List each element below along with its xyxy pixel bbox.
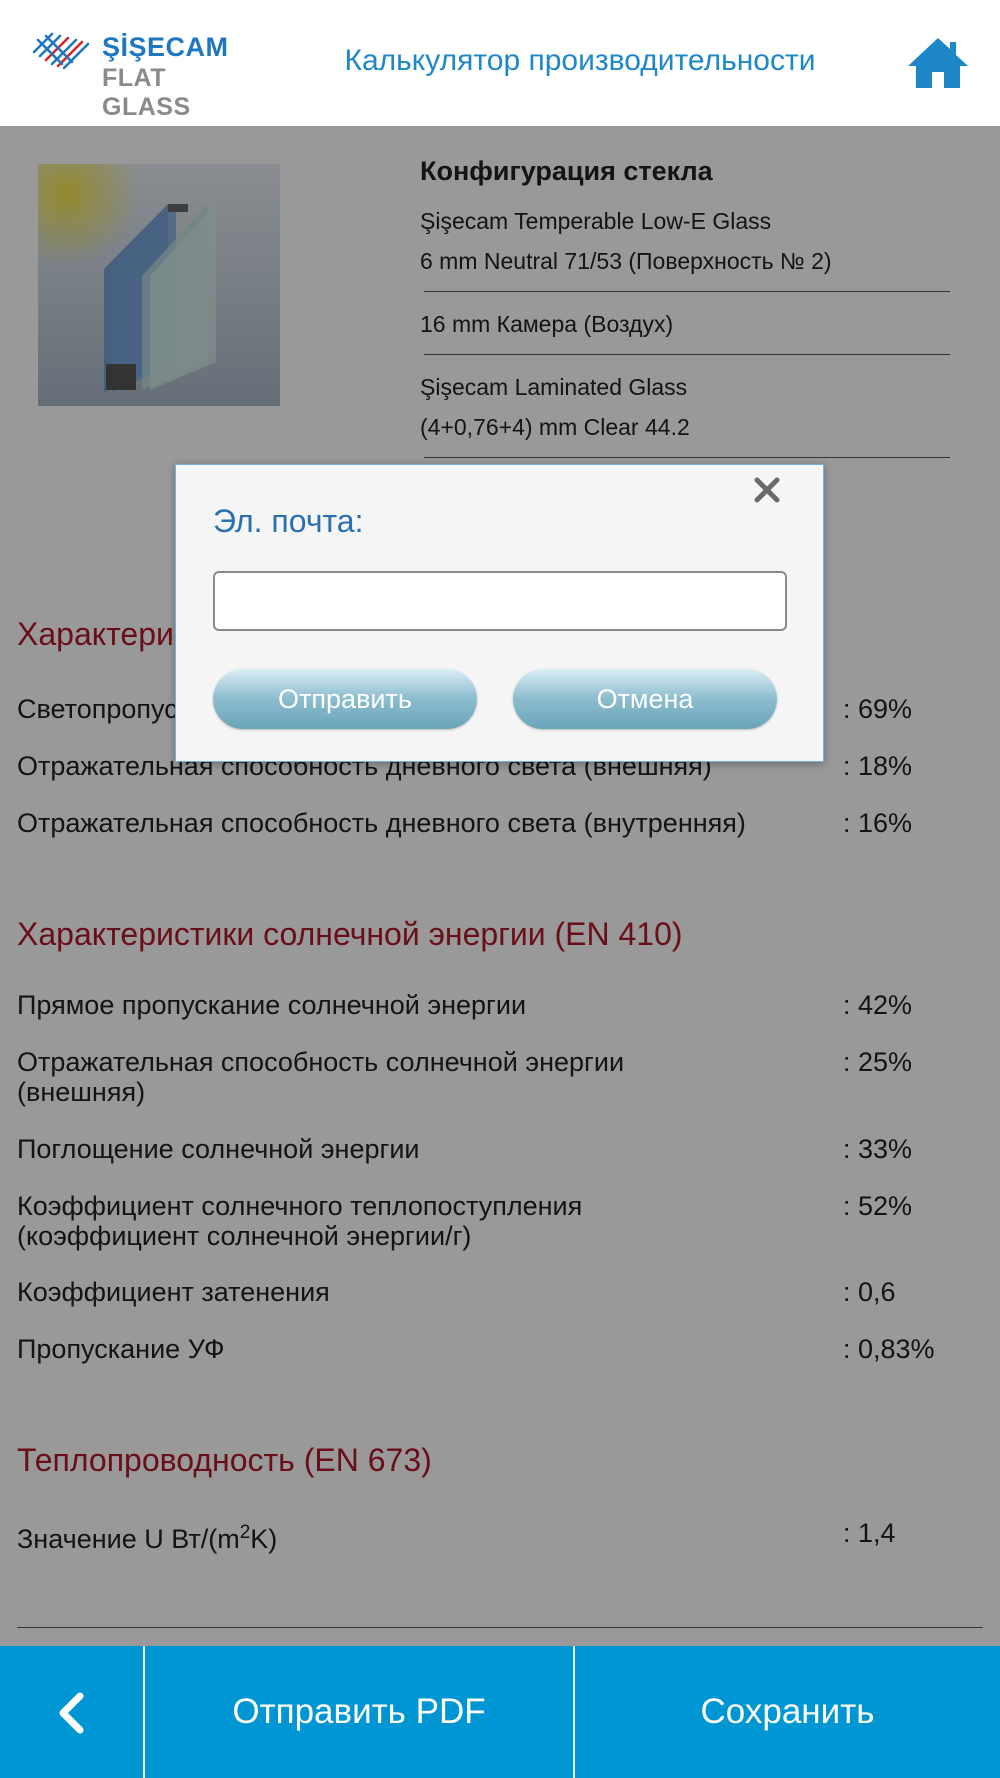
modal-backdrop[interactable] [0, 126, 1000, 1646]
app-header: ŞİŞECAM FLAT GLASS Калькулятор производи… [0, 0, 1000, 126]
logo-text-top: ŞİŞECAM [102, 32, 229, 62]
close-icon[interactable] [750, 473, 784, 507]
save-button[interactable]: Сохранить [575, 1646, 1000, 1778]
page-title: Калькулятор производительности [344, 44, 816, 77]
logo-text-bottom: FLAT GLASS [102, 64, 191, 121]
logo-stripes-icon [32, 32, 90, 70]
chevron-left-icon [59, 1692, 84, 1734]
back-button[interactable] [0, 1646, 143, 1778]
bottom-toolbar: Отправить PDF Сохранить [0, 1646, 1000, 1778]
send-button[interactable]: Отправить [213, 669, 477, 729]
send-pdf-button[interactable]: Отправить PDF [145, 1646, 573, 1778]
home-icon[interactable] [906, 36, 970, 90]
cancel-button[interactable]: Отмена [513, 669, 777, 729]
email-input[interactable] [213, 571, 787, 631]
email-dialog: Эл. почта: Отправить Отмена [175, 464, 824, 762]
email-label: Эл. почта: [213, 503, 364, 539]
sisecam-logo: ŞİŞECAM FLAT GLASS [32, 26, 252, 121]
